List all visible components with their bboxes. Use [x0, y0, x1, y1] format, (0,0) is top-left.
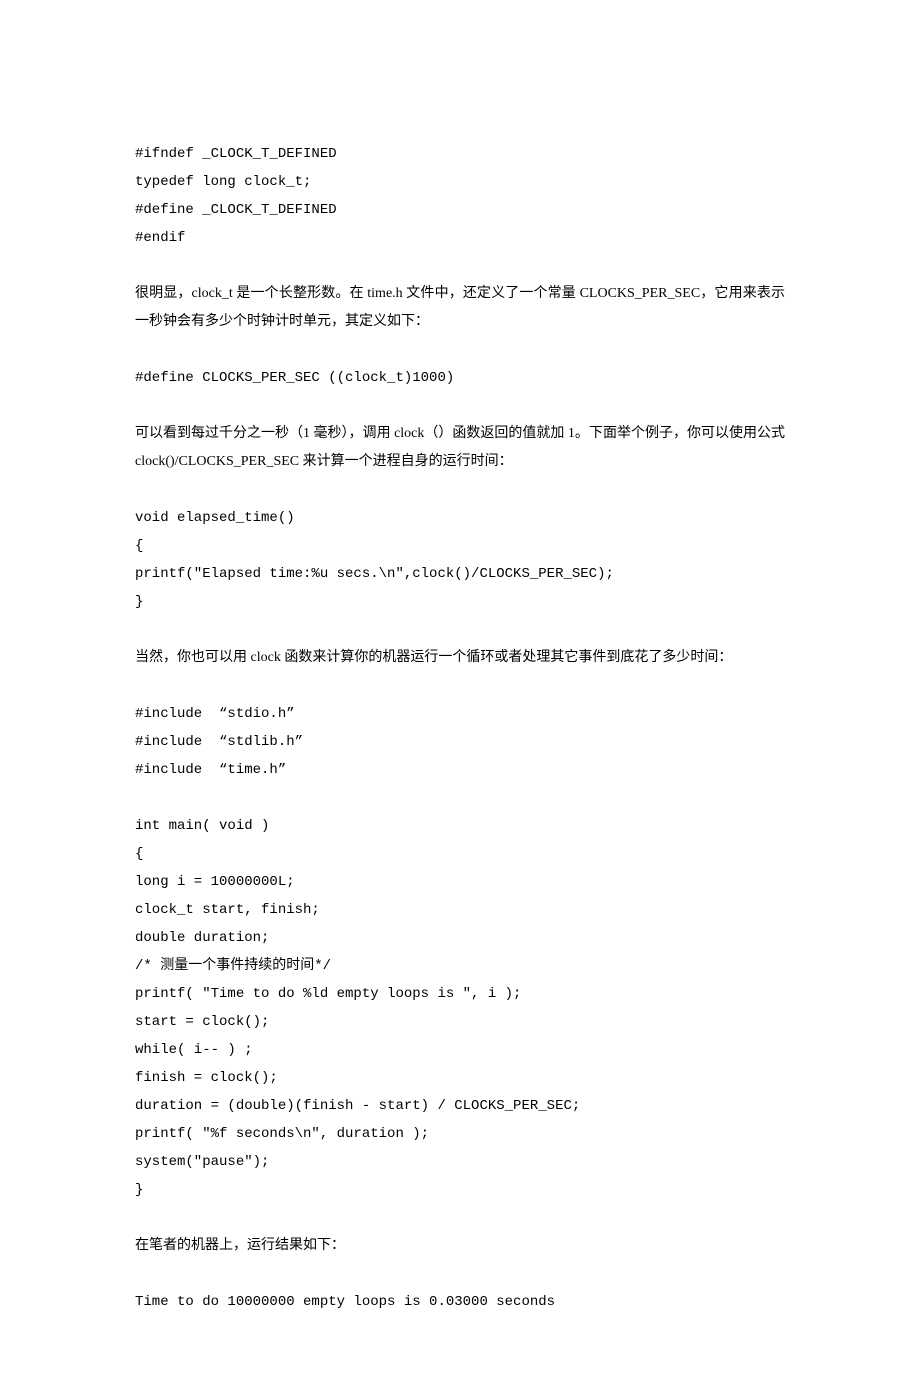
blank-line [135, 1260, 785, 1288]
blank-line [135, 616, 785, 644]
code-line: { [135, 840, 785, 868]
code-line: void elapsed_time() [135, 504, 785, 532]
paragraph: 当然，你也可以用 clock 函数来计算你的机器运行一个循环或者处理其它事件到底… [135, 644, 785, 672]
code-line: duration = (double)(finish - start) / CL… [135, 1092, 785, 1120]
code-line: typedef long clock_t; [135, 168, 785, 196]
blank-line [135, 336, 785, 364]
code-line: system("pause"); [135, 1148, 785, 1176]
code-line: printf( "Time to do %ld empty loops is "… [135, 980, 785, 1008]
code-line: /* 测量一个事件持续的时间*/ [135, 952, 785, 980]
code-line: #ifndef _CLOCK_T_DEFINED [135, 140, 785, 168]
code-line: Time to do 10000000 empty loops is 0.030… [135, 1288, 785, 1316]
code-line: clock_t start, finish; [135, 896, 785, 924]
code-line: #include “stdlib.h” [135, 728, 785, 756]
code-line: finish = clock(); [135, 1064, 785, 1092]
code-line: #define _CLOCK_T_DEFINED [135, 196, 785, 224]
blank-line [135, 1204, 785, 1232]
blank-line [135, 784, 785, 812]
code-line: int main( void ) [135, 812, 785, 840]
paragraph: 可以看到每过千分之一秒（1 毫秒），调用 clock（）函数返回的值就加 1。下… [135, 420, 785, 476]
code-line: double duration; [135, 924, 785, 952]
code-line: #include “stdio.h” [135, 700, 785, 728]
code-line: } [135, 1176, 785, 1204]
code-line: start = clock(); [135, 1008, 785, 1036]
paragraph: 在笔者的机器上，运行结果如下： [135, 1232, 785, 1260]
blank-line [135, 476, 785, 504]
blank-line [135, 252, 785, 280]
blank-line [135, 672, 785, 700]
paragraph: 很明显，clock_t 是一个长整形数。在 time.h 文件中，还定义了一个常… [135, 280, 785, 336]
code-line: { [135, 532, 785, 560]
code-line: printf( "%f seconds\n", duration ); [135, 1120, 785, 1148]
code-line: #endif [135, 224, 785, 252]
code-line: } [135, 588, 785, 616]
blank-line [135, 392, 785, 420]
code-line: printf("Elapsed time:%u secs.\n",clock()… [135, 560, 785, 588]
code-line: long i = 10000000L; [135, 868, 785, 896]
code-line: #include “time.h” [135, 756, 785, 784]
code-line: #define CLOCKS_PER_SEC ((clock_t)1000) [135, 364, 785, 392]
code-line: while( i-- ) ; [135, 1036, 785, 1064]
